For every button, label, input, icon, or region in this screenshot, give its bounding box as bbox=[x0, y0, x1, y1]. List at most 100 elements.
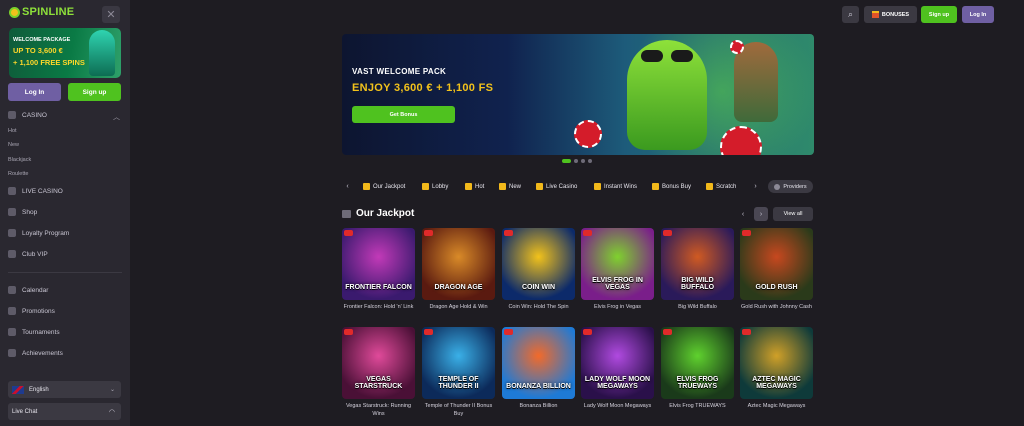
game-tile[interactable]: GOLD RUSH bbox=[740, 228, 813, 300]
achievements-icon bbox=[8, 349, 16, 357]
carousel-dot[interactable] bbox=[588, 159, 592, 163]
game-caption[interactable]: Aztec Magic Megaways bbox=[740, 402, 813, 410]
chevron-right-icon: › bbox=[759, 210, 763, 218]
game-tile[interactable]: FRONTIER FALCON bbox=[342, 228, 415, 300]
promo-line-3: + 1,100 FREE SPINS bbox=[13, 58, 85, 67]
games-prev-button[interactable]: ‹ bbox=[736, 207, 750, 221]
language-label: English bbox=[29, 386, 49, 393]
sidebar-signup-button[interactable]: Sign up bbox=[68, 83, 121, 101]
category-tab-instant-wins[interactable]: Instant Wins bbox=[594, 181, 637, 192]
game-art-title: LADY WOLF MOON MEGAWAYS bbox=[584, 376, 651, 390]
game-badge bbox=[504, 230, 513, 236]
category-tab-hot[interactable]: Hot bbox=[465, 181, 484, 192]
games-next-button[interactable]: › bbox=[754, 207, 768, 221]
sidebar-login-button[interactable]: Log In bbox=[8, 83, 61, 101]
game-badge bbox=[742, 230, 751, 236]
game-tile[interactable]: ELVIS FROG IN VEGAS bbox=[581, 228, 654, 300]
bonuses-button[interactable]: BONUSES bbox=[864, 6, 917, 23]
sidebar-subitem-hot[interactable]: Hot bbox=[8, 128, 17, 134]
providers-filter-button[interactable]: Providers bbox=[768, 180, 813, 193]
category-tab-lobby[interactable]: Lobby bbox=[422, 181, 448, 192]
live-chat-button[interactable]: Live Chat ◠ bbox=[8, 403, 121, 420]
category-tab-bonus-buy[interactable]: Bonus Buy bbox=[652, 181, 691, 192]
sidebar-item-calendar[interactable]: Calendar bbox=[8, 286, 48, 294]
game-tile[interactable]: COIN WIN bbox=[502, 228, 575, 300]
category-label: New bbox=[509, 183, 522, 190]
game-caption[interactable]: Elvis Frog in Vegas bbox=[581, 303, 654, 311]
uk-flag-icon bbox=[12, 385, 24, 394]
sidebar-item-shop[interactable]: Shop bbox=[8, 208, 37, 216]
game-art-title: DRAGON AGE bbox=[434, 284, 483, 291]
sunglasses-right bbox=[671, 50, 693, 62]
game-art-title: BONANZA BILLION bbox=[506, 383, 571, 390]
game-tile[interactable]: DRAGON AGE bbox=[422, 228, 495, 300]
search-button[interactable]: ⌕ bbox=[842, 6, 859, 23]
casino-chip-icon bbox=[574, 120, 602, 148]
game-caption[interactable]: Bonanza Billion bbox=[502, 402, 575, 410]
promo-line-2: UP TO 3,600 € bbox=[13, 46, 63, 55]
sidebar-subitem-new[interactable]: New bbox=[8, 142, 19, 148]
sidebar-item-loyalty[interactable]: Loyalty Program bbox=[8, 229, 69, 237]
game-badge bbox=[583, 230, 592, 236]
category-tab-new[interactable]: New bbox=[499, 181, 521, 192]
promotions-icon bbox=[8, 307, 16, 315]
sidebar-item-promotions[interactable]: Promotions bbox=[8, 307, 55, 315]
game-caption[interactable]: Frontier Falcon: Hold 'n' Link bbox=[342, 303, 415, 311]
category-tab-our-jackpot[interactable]: Our Jackpot bbox=[363, 181, 405, 192]
sidebar-item-club-vip[interactable]: Club VIP bbox=[8, 250, 48, 258]
carousel-dot[interactable] bbox=[574, 159, 578, 163]
fire-icon bbox=[465, 183, 472, 190]
game-caption[interactable]: Gold Rush with Johnny Cash bbox=[740, 303, 813, 311]
sidebar-item-label: CASINO bbox=[22, 111, 47, 119]
game-caption[interactable]: Vegas Starstruck: Running Wins bbox=[342, 402, 415, 418]
shop-icon bbox=[8, 208, 16, 216]
sidebar-item-achievements[interactable]: Achievements bbox=[8, 349, 63, 357]
sidebar-item-tournaments[interactable]: Tournaments bbox=[8, 328, 60, 336]
game-tile[interactable]: LADY WOLF MOON MEGAWAYS bbox=[581, 327, 654, 399]
game-tile[interactable]: ELVIS FROG TRUEWAYS bbox=[661, 327, 734, 399]
vip-icon bbox=[8, 250, 16, 258]
sidebar-subitem-blackjack[interactable]: Blackjack bbox=[8, 157, 31, 163]
category-tab-scratch[interactable]: Scratch bbox=[706, 181, 736, 192]
category-tab-live-casino[interactable]: Live Casino bbox=[536, 181, 577, 192]
game-tile[interactable]: BONANZA BILLION bbox=[502, 327, 575, 399]
jackpot-icon bbox=[363, 183, 370, 190]
game-tile[interactable]: TEMPLE OF THUNDER II bbox=[422, 327, 495, 399]
game-caption[interactable]: Lady Wolf Moon Megaways bbox=[581, 402, 654, 410]
site-logo[interactable]: SPINLINE bbox=[9, 6, 74, 18]
close-sidebar-button[interactable]: ✕ bbox=[102, 6, 120, 23]
welcome-promo-banner[interactable]: WELCOME PACKAGE UP TO 3,600 € + 1,100 FR… bbox=[9, 28, 121, 78]
category-scroll-right-button[interactable]: › bbox=[750, 181, 761, 192]
game-caption[interactable]: Temple of Thunder II Bonus Buy bbox=[422, 402, 495, 418]
game-tile[interactable]: VEGAS STARSTRUCK bbox=[342, 327, 415, 399]
game-tile[interactable]: BIG WILD BUFFALO bbox=[661, 228, 734, 300]
get-bonus-button[interactable]: Get Bonus bbox=[352, 106, 455, 123]
sidebar-item-casino[interactable]: CASINO bbox=[8, 111, 47, 119]
game-caption[interactable]: Big Wild Buffalo bbox=[661, 303, 734, 311]
header-signup-button[interactable]: Sign up bbox=[921, 6, 957, 23]
bonus-buy-icon bbox=[652, 183, 659, 190]
loyalty-icon bbox=[8, 229, 16, 237]
carousel-dot[interactable] bbox=[581, 159, 585, 163]
sidebar-item-live-casino[interactable]: LIVE CASINO bbox=[8, 187, 63, 195]
category-scroll-left-button[interactable]: ‹ bbox=[342, 181, 353, 192]
chevron-up-icon[interactable]: ︿ bbox=[113, 112, 120, 122]
game-caption[interactable]: Dragon Age Hold & Win bbox=[422, 303, 495, 311]
providers-label: Providers bbox=[783, 183, 807, 190]
game-tile[interactable]: AZTEC MAGIC MEGAWAYS bbox=[740, 327, 813, 399]
hero-banner[interactable]: VAST WELCOME PACK ENJOY 3,600 € + 1,100 … bbox=[342, 34, 814, 155]
chevron-left-icon: ‹ bbox=[346, 183, 349, 190]
view-all-button[interactable]: View all bbox=[773, 207, 813, 221]
carousel-dot[interactable] bbox=[562, 159, 571, 163]
language-selector[interactable]: English ⌄ bbox=[8, 381, 121, 398]
category-label: Our Jackpot bbox=[373, 183, 406, 190]
carousel-dots bbox=[562, 159, 592, 163]
game-caption[interactable]: Coin Win: Hold The Spin bbox=[502, 303, 575, 311]
category-label: Instant Wins bbox=[604, 183, 638, 190]
game-caption[interactable]: Elvis Frog TRUEWAYS bbox=[661, 402, 734, 410]
sidebar-subitem-roulette[interactable]: Roulette bbox=[8, 171, 29, 177]
game-art-title: COIN WIN bbox=[521, 284, 556, 291]
lobby-icon bbox=[422, 183, 429, 190]
header-login-button[interactable]: Log In bbox=[962, 6, 994, 23]
headset-icon: ◠ bbox=[108, 408, 115, 416]
